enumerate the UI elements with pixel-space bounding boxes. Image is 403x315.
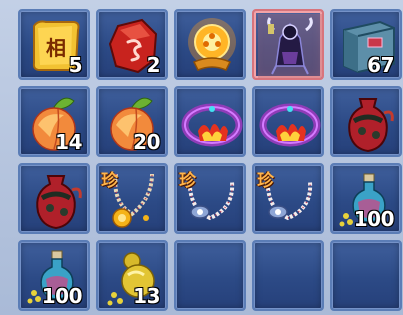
- inventory-slot-20-empty[interactable]: [330, 240, 402, 311]
- inventory-slot-9[interactable]: [252, 86, 324, 157]
- inventory-slot-6[interactable]: 14: [18, 86, 90, 157]
- rare-badge: 珍: [101, 171, 118, 191]
- inventory-slot-19-empty[interactable]: [252, 240, 324, 311]
- inventory-slot-4-selected[interactable]: [252, 9, 324, 80]
- red-vase-icon: [36, 175, 82, 230]
- golden-orb-icon: [188, 18, 236, 71]
- inventory-slot-14[interactable]: 珍: [252, 163, 324, 234]
- demon-figure-icon: [258, 14, 322, 78]
- inventory-slot-5[interactable]: 67: [330, 9, 402, 80]
- inventory-slot-8[interactable]: [174, 86, 246, 157]
- flame-ring-icon: [181, 103, 243, 147]
- rare-badge: 珍: [257, 171, 274, 191]
- item-count: 67: [367, 53, 394, 77]
- item-count: 14: [55, 130, 82, 154]
- item-count: 13: [133, 284, 160, 308]
- inventory-slot-17[interactable]: 13: [96, 240, 168, 311]
- item-count: 100: [41, 284, 83, 308]
- item-count: 20: [133, 130, 160, 154]
- inventory-grid: 相 5 2 67 14 20 珍 珍 珍 100 100 13: [0, 0, 403, 315]
- red-vase-icon: [348, 98, 394, 153]
- item-count: 2: [146, 53, 161, 77]
- inventory-slot-12[interactable]: 珍: [96, 163, 168, 234]
- inventory-slot-2[interactable]: 2: [96, 9, 168, 80]
- inventory-slot-13[interactable]: 珍: [174, 163, 246, 234]
- item-count: 5: [68, 53, 83, 77]
- inventory-slot-10[interactable]: [330, 86, 402, 157]
- item-count: 100: [353, 207, 395, 231]
- scroll-seal-text: 相: [46, 36, 66, 60]
- inventory-slot-18-empty[interactable]: [174, 240, 246, 311]
- inventory-slot-16[interactable]: 100: [18, 240, 90, 311]
- inventory-slot-1[interactable]: 相 5: [18, 9, 90, 80]
- inventory-slot-3[interactable]: [174, 9, 246, 80]
- inventory-slot-11[interactable]: [18, 163, 90, 234]
- inventory-slot-7[interactable]: 20: [96, 86, 168, 157]
- rare-badge: 珍: [179, 171, 196, 191]
- flame-ring-icon: [259, 103, 321, 147]
- inventory-slot-15[interactable]: 100: [330, 163, 402, 234]
